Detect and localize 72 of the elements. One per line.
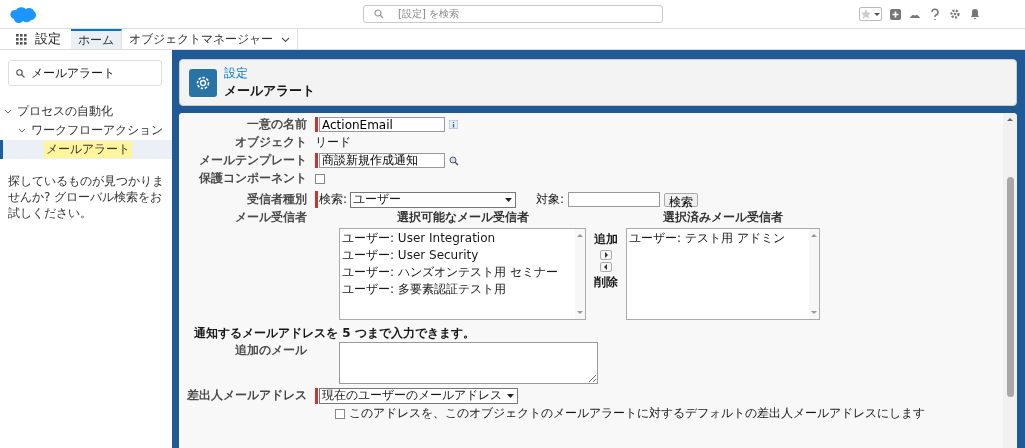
scroll-up-icon[interactable] [1006, 116, 1014, 122]
scroll-down-icon[interactable] [810, 310, 818, 316]
field-label: 対象: [536, 191, 565, 208]
tree-item[interactable]: ワークフローアクション [0, 121, 172, 140]
breadcrumb-link[interactable]: 設定 [224, 65, 315, 82]
search-icon [374, 9, 384, 19]
help-text: 探しているものが見つかりませんか? グローバル検索をお試しください。 [8, 173, 165, 221]
scrollbar[interactable] [1003, 113, 1017, 448]
search-field[interactable]: [設定] を検索 [363, 5, 663, 23]
search-button[interactable]: 検索 [664, 192, 699, 207]
field-value: リード [315, 134, 351, 151]
field-label: 差出人メールアドレス [186, 387, 307, 404]
checkbox[interactable] [335, 408, 345, 419]
caret-icon [506, 392, 515, 399]
field-label: 追加のメール [234, 342, 307, 359]
remove-button[interactable] [600, 262, 612, 272]
chevron-down-icon[interactable] [281, 35, 290, 43]
chevron-icon[interactable] [4, 108, 12, 115]
field-label: 保護コンポーネント [198, 170, 307, 187]
additional-email-field[interactable] [339, 342, 598, 384]
app-name: 設定 [34, 30, 62, 48]
list-option[interactable]: ユーザー: User Security [342, 247, 573, 264]
nav-tab[interactable]: オブジェクトマネージャー [122, 29, 298, 49]
chevron-icon[interactable] [18, 127, 26, 134]
list-option[interactable]: ユーザー: User Integration [342, 230, 573, 247]
text-field[interactable]: 商談新規作成通知 [319, 153, 445, 168]
page-title: メールアラート [224, 82, 315, 100]
search-field[interactable]: メールアラート [8, 60, 162, 86]
field-label: 受信者種別 [246, 191, 307, 208]
scroll-up-icon[interactable] [810, 232, 818, 238]
list-option[interactable]: ユーザー: ハンズオンテスト用 セミナー [342, 264, 573, 281]
caret-icon [504, 196, 514, 203]
info-icon [449, 120, 458, 129]
app-launcher-icon[interactable] [16, 33, 27, 45]
favorites-button[interactable] [859, 7, 882, 21]
field-label: オブジェクト [234, 134, 307, 151]
remove-label: 削除 [594, 274, 618, 291]
tree-item[interactable]: メールアラート [0, 140, 172, 159]
checkbox-label: このアドレスを、このオブジェクトのメールアラートに対するデフォルトの差出人メールアドレスにします [349, 405, 925, 422]
recipient-listbox[interactable]: ユーザー: User Integration ユーザー: User Security ユーザー: ハンズオンテスト用 セミナー ユーザー: 多要素認証テスト用 [339, 228, 586, 320]
left-arrow-icon [603, 263, 609, 271]
list-option[interactable]: ユーザー: 多要素認証テスト用 [342, 281, 573, 298]
type-select[interactable]: ユーザー [350, 191, 517, 208]
list-heading: 選択済みメール受信者 [663, 209, 783, 226]
gear-drawing [195, 74, 211, 91]
help-text: 通知するメールアドレスを 5 つまで入力できます。 [193, 325, 476, 342]
lookup-icon[interactable] [449, 155, 459, 166]
list-heading: 選択可能なメール受信者 [396, 209, 529, 226]
field-label: メール受信者 [234, 209, 307, 226]
scroll-up-icon[interactable] [576, 232, 584, 238]
field-label: 検索: [319, 191, 348, 208]
plus-icon[interactable] [890, 8, 901, 20]
field-label: メールテンプレート [198, 152, 307, 169]
from-address-select[interactable]: 現在のユーザーのメールアドレス [319, 387, 518, 404]
text-field[interactable] [568, 192, 661, 207]
bell-icon[interactable] [969, 8, 981, 20]
add-button[interactable] [600, 250, 612, 260]
list-option[interactable]: ユーザー: テスト用 アドミン [629, 230, 807, 247]
right-arrow-icon [603, 251, 609, 259]
help-icon[interactable] [929, 7, 941, 21]
search-icon [16, 68, 25, 78]
text-field[interactable]: ActionEmail [319, 117, 445, 132]
nav-tab[interactable]: ホーム [71, 29, 122, 49]
field-label: 一意の名前 [246, 116, 307, 133]
tree-item[interactable]: プロセスの自動化 [0, 102, 172, 121]
star-icon [860, 8, 872, 20]
scroll-down-icon[interactable] [576, 310, 584, 316]
settings-icon[interactable] [949, 8, 961, 20]
add-label: 追加 [594, 231, 618, 248]
recipient-listbox[interactable]: ユーザー: テスト用 アドミン [626, 228, 820, 320]
checkbox[interactable] [315, 173, 325, 184]
cloud-logo-icon [10, 4, 38, 24]
